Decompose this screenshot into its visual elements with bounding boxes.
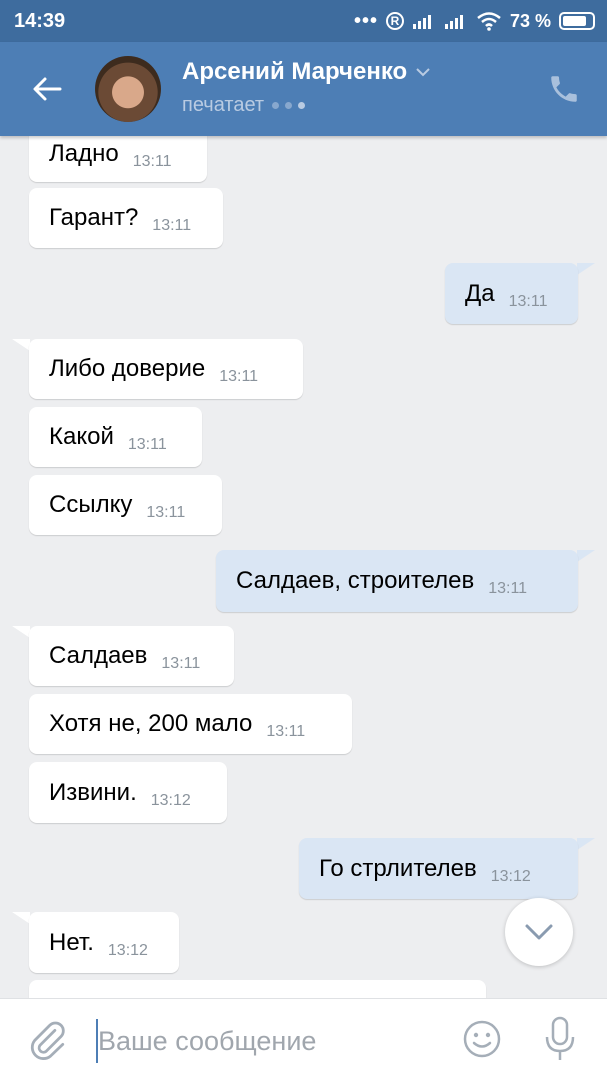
back-button[interactable] xyxy=(24,66,70,112)
message-input[interactable] xyxy=(96,1019,438,1063)
bubble-tail xyxy=(12,912,30,924)
emoji-button[interactable] xyxy=(462,1019,502,1059)
message-time: 13:11 xyxy=(266,723,306,740)
microphone-button[interactable] xyxy=(540,1015,580,1063)
message-list[interactable]: Ладно 13:11 Гарант? 13:11 Да 13:11 Либо … xyxy=(0,136,607,998)
message-composer xyxy=(0,998,607,1080)
chevron-down-icon xyxy=(525,924,553,940)
message-bubble-in[interactable]: Салдаев 13:11 xyxy=(29,626,234,686)
contact-name-button[interactable]: Арсений Марченко xyxy=(182,58,431,86)
smiley-icon xyxy=(463,1020,501,1058)
chevron-down-icon xyxy=(416,68,430,77)
message-bubble-in[interactable] xyxy=(29,980,486,998)
message-bubble-in[interactable]: Ладно 13:11 xyxy=(29,136,207,182)
message-text: Хотя не, 200 мало xyxy=(49,710,253,737)
message-time: 13:11 xyxy=(146,504,186,521)
wifi-icon xyxy=(477,12,501,31)
message-time: 13:11 xyxy=(508,292,548,310)
status-time: 14:39 xyxy=(14,10,66,32)
message-bubble-out[interactable]: Да 13:11 xyxy=(445,263,578,324)
message-time: 13:12 xyxy=(490,867,531,885)
bubble-tail xyxy=(12,626,30,638)
message-bubble-in[interactable]: Нет. 13:12 xyxy=(29,912,179,973)
message-bubble-in[interactable]: Ссылку 13:11 xyxy=(29,475,222,535)
bubble-tail xyxy=(577,838,595,850)
battery-icon xyxy=(559,12,595,30)
call-button[interactable] xyxy=(547,72,581,106)
message-text: Ссылку xyxy=(49,491,133,518)
r-circle-icon: R xyxy=(385,12,404,30)
message-bubble-in[interactable]: Извини. 13:12 xyxy=(29,762,227,823)
scroll-down-button[interactable] xyxy=(505,898,573,966)
attach-button[interactable] xyxy=(26,1019,68,1061)
message-text: Салдаев, строителев xyxy=(236,567,475,594)
message-text: Нет. xyxy=(49,928,94,956)
typing-status: печатает xyxy=(182,94,265,116)
paperclip-icon xyxy=(30,1021,65,1060)
message-bubble-out[interactable]: Го стрлителев 13:12 xyxy=(299,838,578,899)
typing-dots-icon xyxy=(272,102,306,109)
status-icons: ••• R 73 % xyxy=(354,10,595,32)
signal-icon xyxy=(412,15,431,29)
battery-percent: 73 % xyxy=(509,10,551,31)
message-text: Салдаев xyxy=(49,642,148,669)
message-bubble-in[interactable]: Какой 13:11 xyxy=(29,407,202,467)
bubble-tail xyxy=(577,263,595,275)
microphone-icon xyxy=(545,1016,575,1060)
message-bubble-out[interactable]: Салдаев, строителев 13:11 xyxy=(216,550,578,612)
message-text: Го стрлителев xyxy=(319,854,477,882)
message-time: 13:12 xyxy=(150,791,191,809)
message-text: Извини. xyxy=(49,778,137,806)
message-text: Гарант? xyxy=(49,204,139,231)
chat-header: Арсений Марченко печатает xyxy=(0,42,607,136)
message-time: 13:12 xyxy=(107,941,148,959)
phone-icon xyxy=(551,76,577,102)
message-time: 13:11 xyxy=(488,580,528,597)
message-bubble-in[interactable]: Гарант? 13:11 xyxy=(29,188,223,248)
message-time: 13:11 xyxy=(152,217,192,234)
notification-dots-icon: ••• xyxy=(353,9,378,32)
message-bubble-in[interactable]: Хотя не, 200 мало 13:11 xyxy=(29,694,352,754)
message-time: 13:11 xyxy=(219,368,259,385)
back-arrow-icon xyxy=(33,77,62,101)
bubble-tail xyxy=(577,550,595,562)
message-text: Да xyxy=(465,279,495,307)
bubble-tail xyxy=(12,339,30,351)
message-text: Какой xyxy=(49,423,114,450)
message-time: 13:11 xyxy=(161,655,201,672)
contact-status: печатает xyxy=(182,94,306,117)
message-time: 13:11 xyxy=(127,436,167,453)
message-text: Либо доверие xyxy=(49,355,206,382)
signal-icon-2 xyxy=(444,15,463,29)
message-time: 13:11 xyxy=(132,153,172,170)
message-text: Ладно xyxy=(49,140,119,167)
avatar[interactable] xyxy=(95,56,161,122)
message-bubble-in[interactable]: Либо доверие 13:11 xyxy=(29,339,303,399)
status-bar: 14:39 ••• R 73 % xyxy=(0,0,607,42)
contact-name: Арсений Марченко xyxy=(182,58,408,85)
